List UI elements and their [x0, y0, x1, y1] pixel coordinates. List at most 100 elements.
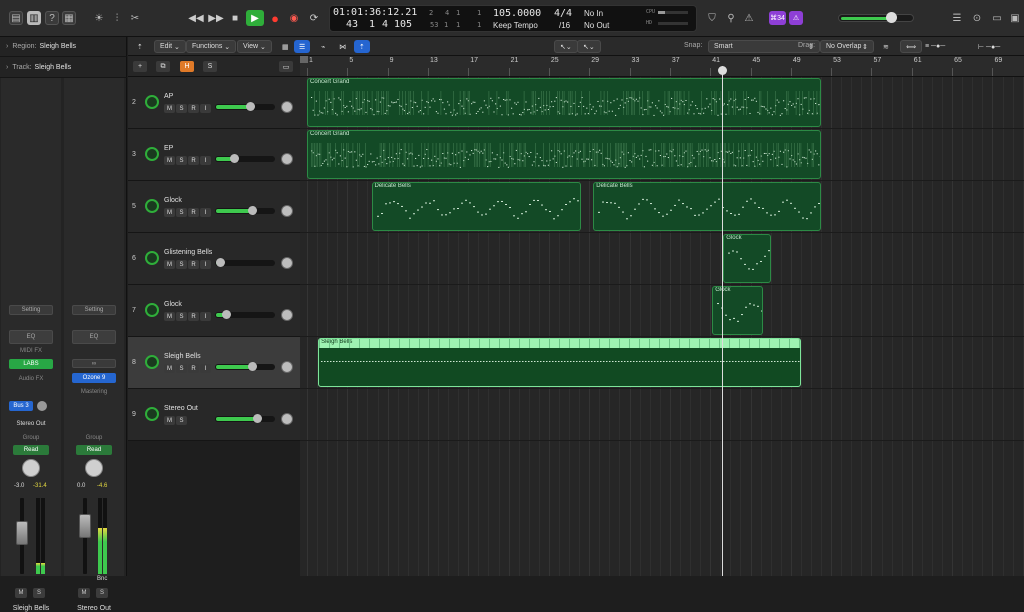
fast-forward-button[interactable]: ▶▶ [207, 10, 225, 26]
record-enable-button[interactable]: R [188, 208, 199, 217]
track-name[interactable]: Sleigh Bells [164, 353, 201, 360]
track-name[interactable]: Glock [164, 301, 182, 308]
arrange-area[interactable]: Concert Grand Concert Grand Delicate Bells… [300, 77, 1024, 576]
bounce-button[interactable]: Bnc [97, 576, 107, 582]
solo-button[interactable]: S [176, 104, 187, 113]
track-volume-slider[interactable] [215, 258, 275, 267]
mixer-icon[interactable]: ⫶ [110, 11, 124, 25]
input-monitor-button[interactable]: I [200, 208, 211, 217]
pan-knob[interactable] [85, 459, 103, 477]
eq-button[interactable]: EQ [9, 330, 53, 344]
track-pan-knob[interactable] [281, 413, 293, 425]
browser-icon[interactable]: ▭ [990, 11, 1004, 25]
plugin-badge[interactable]: ⌘34 [769, 11, 786, 25]
solo-button[interactable]: S [33, 588, 45, 598]
volume-fader[interactable] [79, 514, 91, 538]
drag-select[interactable]: No Overlap ⇕ [820, 40, 874, 53]
track-volume-slider[interactable] [215, 102, 275, 111]
eq-button[interactable]: EQ [72, 330, 116, 344]
replace-icon[interactable]: ◉ [285, 10, 303, 26]
catch-icon[interactable]: ⇡ [354, 40, 370, 53]
track-volume-knob[interactable] [216, 258, 225, 267]
track-volume-knob[interactable] [222, 310, 231, 319]
track-header[interactable]: 5 Glock M SR I [128, 181, 300, 233]
track-pan-knob[interactable] [281, 257, 293, 269]
metronome-icon[interactable]: ⚠ [742, 11, 756, 25]
solo-button[interactable]: S [96, 588, 108, 598]
midi-region[interactable]: Glock [712, 286, 763, 335]
tempo-value[interactable]: 105.0000 [493, 8, 541, 19]
duplicate-track-icon[interactable]: ⧉ [156, 61, 170, 72]
track-name[interactable]: AP [164, 93, 173, 100]
track-volume-slider[interactable] [215, 362, 275, 371]
midi-region[interactable]: Delicate Bells [593, 182, 822, 231]
track-pan-knob[interactable] [281, 361, 293, 373]
edit-menu[interactable]: Edit ⌄ [154, 40, 186, 53]
view-menu[interactable]: View ⌄ [237, 40, 272, 53]
mute-button[interactable]: M [164, 416, 175, 425]
toolbar-icon[interactable]: ▦ [62, 11, 76, 25]
tuner-icon[interactable]: ⚲ [724, 11, 738, 25]
track-header[interactable]: 9 Stereo Out M S [128, 389, 300, 441]
group-slot[interactable]: Group [72, 433, 116, 443]
track-volume-knob[interactable] [247, 362, 257, 371]
vertical-zoom-slider[interactable]: ≡ ─●─ [920, 40, 950, 53]
track-header[interactable]: 3 EP M SR I [128, 129, 300, 181]
master-volume-slider[interactable] [838, 12, 914, 23]
midi-fx-slot[interactable]: MIDI FX [9, 346, 53, 356]
automation-icon[interactable]: ⌁ [316, 40, 330, 53]
group-slot[interactable]: Group [9, 433, 53, 443]
loop-browser-icon[interactable]: ⊙ [970, 11, 984, 25]
midi-region[interactable]: Sleigh Bells [318, 338, 801, 387]
list-view-icon[interactable]: ☰ [294, 40, 311, 53]
track-name[interactable]: Glistening Bells [164, 249, 212, 256]
input-monitor-button[interactable]: I [200, 156, 211, 165]
record-enable-button[interactable]: R [188, 104, 199, 113]
pan-knob[interactable] [22, 459, 40, 477]
track-volume-slider[interactable] [215, 206, 275, 215]
solo-button[interactable]: S [176, 312, 187, 321]
track-pan-knob[interactable] [281, 205, 293, 217]
midi-region[interactable]: Concert Grand [307, 130, 822, 179]
waveform-zoom-icon[interactable]: ≋ [878, 40, 894, 53]
tempo-mode[interactable]: Keep Tempo [493, 21, 538, 30]
lcd-display[interactable]: 01:01:36:12.21 2 4 1 1 43 1 4 105 53 1 1… [329, 5, 697, 32]
region-inspector-header[interactable]: › Region: Sleigh Bells [0, 37, 127, 57]
grid-view-icon[interactable]: ▦ [277, 40, 294, 53]
bar-ruler[interactable]: 1 5 9 13 17 21 25 29 33 37 41 45 49 53 57 61 65 69 [300, 56, 1024, 77]
master-volume-knob[interactable] [885, 12, 897, 23]
mute-button[interactable]: M [164, 312, 175, 321]
mastering-slot[interactable]: Mastering [72, 387, 116, 397]
editors-icon[interactable]: ✂ [128, 11, 142, 25]
time-signature[interactable]: 4/4 [554, 8, 572, 19]
automation-mode[interactable]: Read [76, 445, 112, 455]
smart-controls-icon[interactable]: ☀ [92, 11, 106, 25]
send-level-knob[interactable] [37, 401, 47, 411]
input-monitor-button[interactable]: I [200, 260, 211, 269]
list-editors-icon[interactable]: ⛉ [705, 11, 719, 25]
horizontal-zoom-slider[interactable]: ⊢ ─●─ [973, 40, 1005, 53]
solo-button[interactable]: S [176, 208, 187, 217]
library-icon[interactable]: ▤ [9, 11, 23, 25]
track-header[interactable]: 8 Sleigh Bells M SR I [128, 337, 300, 389]
mute-button[interactable]: M [164, 156, 175, 165]
output-slot[interactable]: Stereo Out [9, 419, 53, 429]
setting-button[interactable]: Setting [72, 305, 116, 315]
inspector-icon[interactable]: ▥ [27, 11, 41, 25]
automation-mode[interactable]: Read [13, 445, 49, 455]
alert-icon[interactable]: ⚠ [789, 11, 803, 25]
volume-fader[interactable] [16, 521, 28, 545]
input-monitor-button[interactable]: I [200, 104, 211, 113]
track-pan-knob[interactable] [281, 153, 293, 165]
quick-help-icon[interactable]: ? [45, 11, 59, 25]
track-volume-slider[interactable] [215, 414, 275, 423]
track-inspector-header[interactable]: › Track: Sleigh Bells [0, 58, 127, 78]
track-pan-knob[interactable] [281, 101, 293, 113]
send-slot[interactable]: Bus 3 [9, 401, 33, 411]
link-icon[interactable]: ∞ [72, 359, 116, 368]
audio-fx-slot[interactable]: Audio FX [9, 374, 53, 384]
play-button[interactable]: ▶ [246, 10, 264, 26]
back-icon[interactable]: ⇡ [132, 40, 148, 53]
track-pan-knob[interactable] [281, 309, 293, 321]
midi-region[interactable]: Concert Grand [307, 78, 822, 127]
